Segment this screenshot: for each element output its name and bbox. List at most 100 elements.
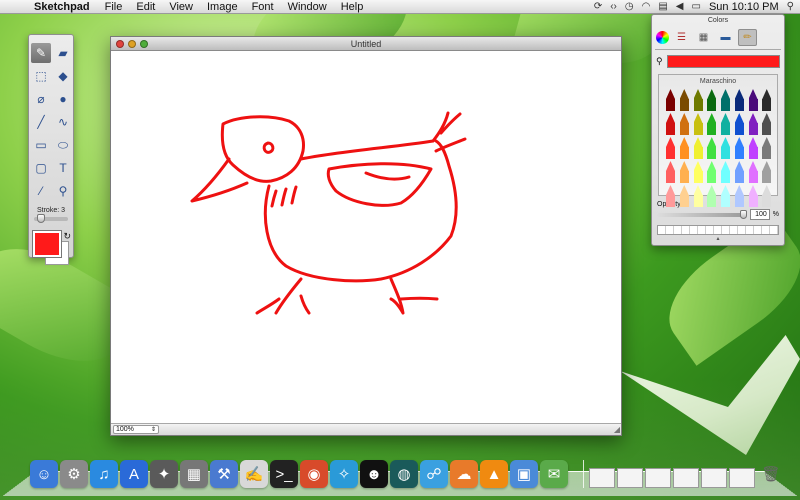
rectangle-tool-icon[interactable]: ▭: [31, 135, 51, 155]
crayon-swatch[interactable]: [677, 137, 691, 159]
dock-window-thumbnail[interactable]: [729, 468, 755, 488]
marquee-tool-icon[interactable]: ⬚: [31, 66, 51, 86]
crayon-swatch[interactable]: [759, 185, 773, 207]
crayon-swatch[interactable]: [759, 113, 773, 135]
zoom-button[interactable]: [140, 40, 148, 48]
menu-help[interactable]: Help: [334, 1, 371, 13]
menu-edit[interactable]: Edit: [129, 1, 162, 13]
stroke-slider-knob[interactable]: [37, 214, 45, 223]
zoom-select[interactable]: 100% ⇕: [113, 425, 159, 434]
textedit-icon[interactable]: ✍: [240, 460, 268, 488]
eraser-tool-icon[interactable]: ▰: [53, 43, 73, 63]
trash-icon[interactable]: 🗑: [757, 460, 785, 488]
menu-file[interactable]: File: [98, 1, 130, 13]
saved-swatches[interactable]: [657, 225, 779, 235]
curve-tool-icon[interactable]: ∿: [53, 112, 73, 132]
close-button[interactable]: [116, 40, 124, 48]
terminal-icon[interactable]: >_: [270, 460, 298, 488]
resize-grip-icon[interactable]: ◢: [614, 425, 620, 434]
crayon-swatch[interactable]: [746, 137, 760, 159]
crayon-swatch[interactable]: [759, 161, 773, 183]
crayon-swatch[interactable]: [746, 89, 760, 111]
crayon-swatch[interactable]: [677, 89, 691, 111]
messenger-icon[interactable]: ☍: [420, 460, 448, 488]
xcode-icon[interactable]: ⚒: [210, 460, 238, 488]
image-icon[interactable]: ▬: [716, 29, 735, 46]
stroke-slider[interactable]: [34, 214, 68, 223]
crayon-swatch[interactable]: [677, 113, 691, 135]
qq-icon[interactable]: ☻: [360, 460, 388, 488]
menu-font[interactable]: Font: [245, 1, 281, 13]
app-menu[interactable]: Sketchpad: [26, 1, 98, 13]
crayon-swatch[interactable]: [746, 185, 760, 207]
swatch-drawer-grip-icon[interactable]: ▴: [652, 235, 784, 242]
crayon-swatch[interactable]: [704, 113, 718, 135]
script-icon[interactable]: ‹›: [610, 1, 617, 12]
menu-window[interactable]: Window: [281, 1, 334, 13]
crayon-swatch[interactable]: [746, 113, 760, 135]
crayon-swatch[interactable]: [759, 137, 773, 159]
color-wheel-icon[interactable]: [656, 30, 669, 44]
text-tool-icon[interactable]: T: [53, 158, 73, 178]
drawing-canvas[interactable]: [111, 51, 621, 424]
foreground-color-swatch[interactable]: [32, 230, 62, 258]
opacity-field[interactable]: 100: [749, 209, 770, 220]
launchpad-icon[interactable]: ✦: [150, 460, 178, 488]
eyedropper-tool-icon[interactable]: ⁄: [31, 181, 51, 201]
dock-window-thumbnail[interactable]: [701, 468, 727, 488]
crayon-swatch[interactable]: [704, 137, 718, 159]
preview-icon[interactable]: ▣: [510, 460, 538, 488]
dock-window-thumbnail[interactable]: [589, 468, 615, 488]
crayon-swatch[interactable]: [663, 89, 677, 111]
dock-window-thumbnail[interactable]: [645, 468, 671, 488]
crayon-swatch[interactable]: [718, 89, 732, 111]
crayon-swatch[interactable]: [663, 161, 677, 183]
finder-icon[interactable]: ☺: [30, 460, 58, 488]
brush-tool-icon[interactable]: ✎: [31, 43, 51, 63]
crayon-swatch[interactable]: [732, 137, 746, 159]
crayon-swatch[interactable]: [732, 185, 746, 207]
crayon-swatch[interactable]: [732, 161, 746, 183]
crayon-swatch[interactable]: [663, 185, 677, 207]
volume-icon[interactable]: ◀: [676, 1, 684, 12]
crayon-swatch[interactable]: [759, 89, 773, 111]
crayon-swatch[interactable]: [677, 161, 691, 183]
crayon-swatch[interactable]: [691, 137, 705, 159]
menu-view[interactable]: View: [162, 1, 200, 13]
crayon-swatch[interactable]: [732, 113, 746, 135]
crayon-swatch[interactable]: [663, 113, 677, 135]
crayon-swatch[interactable]: [718, 185, 732, 207]
calculator-icon[interactable]: ▦: [180, 460, 208, 488]
zoom-tool-icon[interactable]: ⚲: [53, 181, 73, 201]
safari-icon[interactable]: ✧: [330, 460, 358, 488]
flag-icon[interactable]: ▤: [658, 1, 667, 12]
ellipse-tool-icon[interactable]: ⬭: [53, 135, 73, 155]
crayon-swatch[interactable]: [663, 137, 677, 159]
crayon-swatch[interactable]: [677, 185, 691, 207]
colors-panel-title[interactable]: Colors: [652, 15, 784, 27]
crayon-swatch[interactable]: [691, 113, 705, 135]
palette-icon[interactable]: ▦: [694, 29, 713, 46]
sync-icon[interactable]: ⟳: [594, 1, 602, 12]
system-prefs-icon[interactable]: ⚙: [60, 460, 88, 488]
crayons-icon[interactable]: ✏: [738, 28, 757, 46]
magnifier-icon[interactable]: ⚲: [656, 56, 663, 67]
crayon-swatch[interactable]: [691, 185, 705, 207]
document-titlebar[interactable]: Untitled: [111, 37, 621, 51]
battery-icon[interactable]: ▭: [692, 1, 701, 12]
itunes-icon[interactable]: ♫: [90, 460, 118, 488]
bomb-tool-icon[interactable]: ●: [53, 89, 73, 109]
crayon-swatch[interactable]: [691, 89, 705, 111]
crayon-swatch[interactable]: [718, 137, 732, 159]
lasso-tool-icon[interactable]: ⌀: [31, 89, 51, 109]
crayon-swatch[interactable]: [704, 161, 718, 183]
crayon-swatch[interactable]: [704, 185, 718, 207]
cloud-app-icon[interactable]: ☁: [450, 460, 478, 488]
wifi-icon[interactable]: ◠: [642, 1, 651, 12]
dashboard-icon[interactable]: ◍: [390, 460, 418, 488]
current-color-well[interactable]: [666, 55, 780, 68]
dock-window-thumbnail[interactable]: [617, 468, 643, 488]
dock-window-thumbnail[interactable]: [673, 468, 699, 488]
app-store-icon[interactable]: A: [120, 460, 148, 488]
fill-tool-icon[interactable]: ◆: [53, 66, 73, 86]
